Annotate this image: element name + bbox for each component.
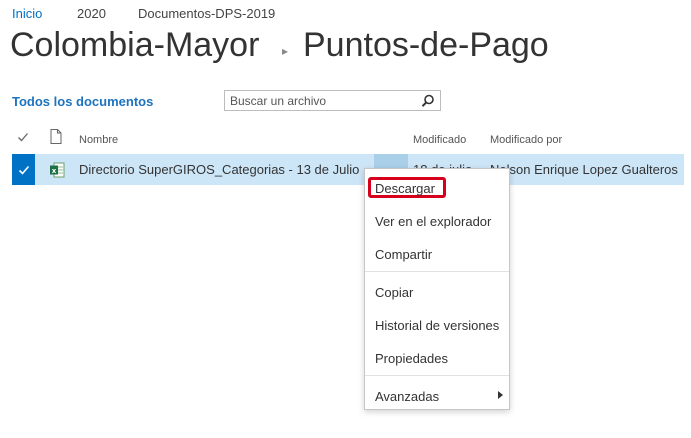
search-button[interactable] [416,91,440,110]
menu-item-version-history[interactable]: Historial de versiones [375,318,499,333]
menu-divider [365,375,509,376]
search-box [224,90,441,111]
view-all-documents[interactable]: Todos los documentos [12,94,153,109]
menu-item-share[interactable]: Compartir [375,247,432,262]
column-header-modified-by[interactable]: Modificado por [490,134,562,154]
breadcrumb-inicio[interactable]: Inicio [12,6,42,21]
search-input[interactable] [225,91,415,110]
breadcrumb-documentos[interactable]: Documentos-DPS-2019 [138,6,275,21]
breadcrumb-2020[interactable]: 2020 [77,6,106,21]
row-select-checkbox[interactable] [12,154,35,185]
check-icon [18,165,29,175]
document-type-icon [50,129,62,144]
site-title[interactable]: Colombia-Mayor [10,26,259,65]
search-icon [421,94,434,107]
context-menu: Descargar Ver en el explorador Compartir… [364,168,510,410]
menu-item-advanced[interactable]: Avanzadas [375,389,439,404]
menu-item-download-label: Descargar [375,181,435,196]
menu-item-copy[interactable]: Copiar [375,285,413,300]
file-name-link[interactable]: Directorio SuperGIROS_Categorias - 13 de… [79,162,359,177]
select-all-check-icon[interactable] [17,131,29,143]
column-header-modified[interactable]: Modificado [413,134,466,154]
svg-text:x: x [52,167,57,175]
menu-item-explorer[interactable]: Ver en el explorador [375,214,491,229]
column-header-name[interactable]: Nombre [79,134,118,154]
menu-item-properties[interactable]: Propiedades [375,351,448,366]
modified-by-user[interactable]: Nelson Enrique Lopez Gualteros [490,162,678,177]
menu-divider [365,271,509,272]
library-title[interactable]: Puntos-de-Pago [303,26,549,65]
title-separator-icon: ▸ [282,44,289,58]
submenu-arrow-icon [498,391,503,399]
excel-file-icon: x [50,162,65,178]
menu-item-download[interactable]: Descargar [368,177,446,198]
